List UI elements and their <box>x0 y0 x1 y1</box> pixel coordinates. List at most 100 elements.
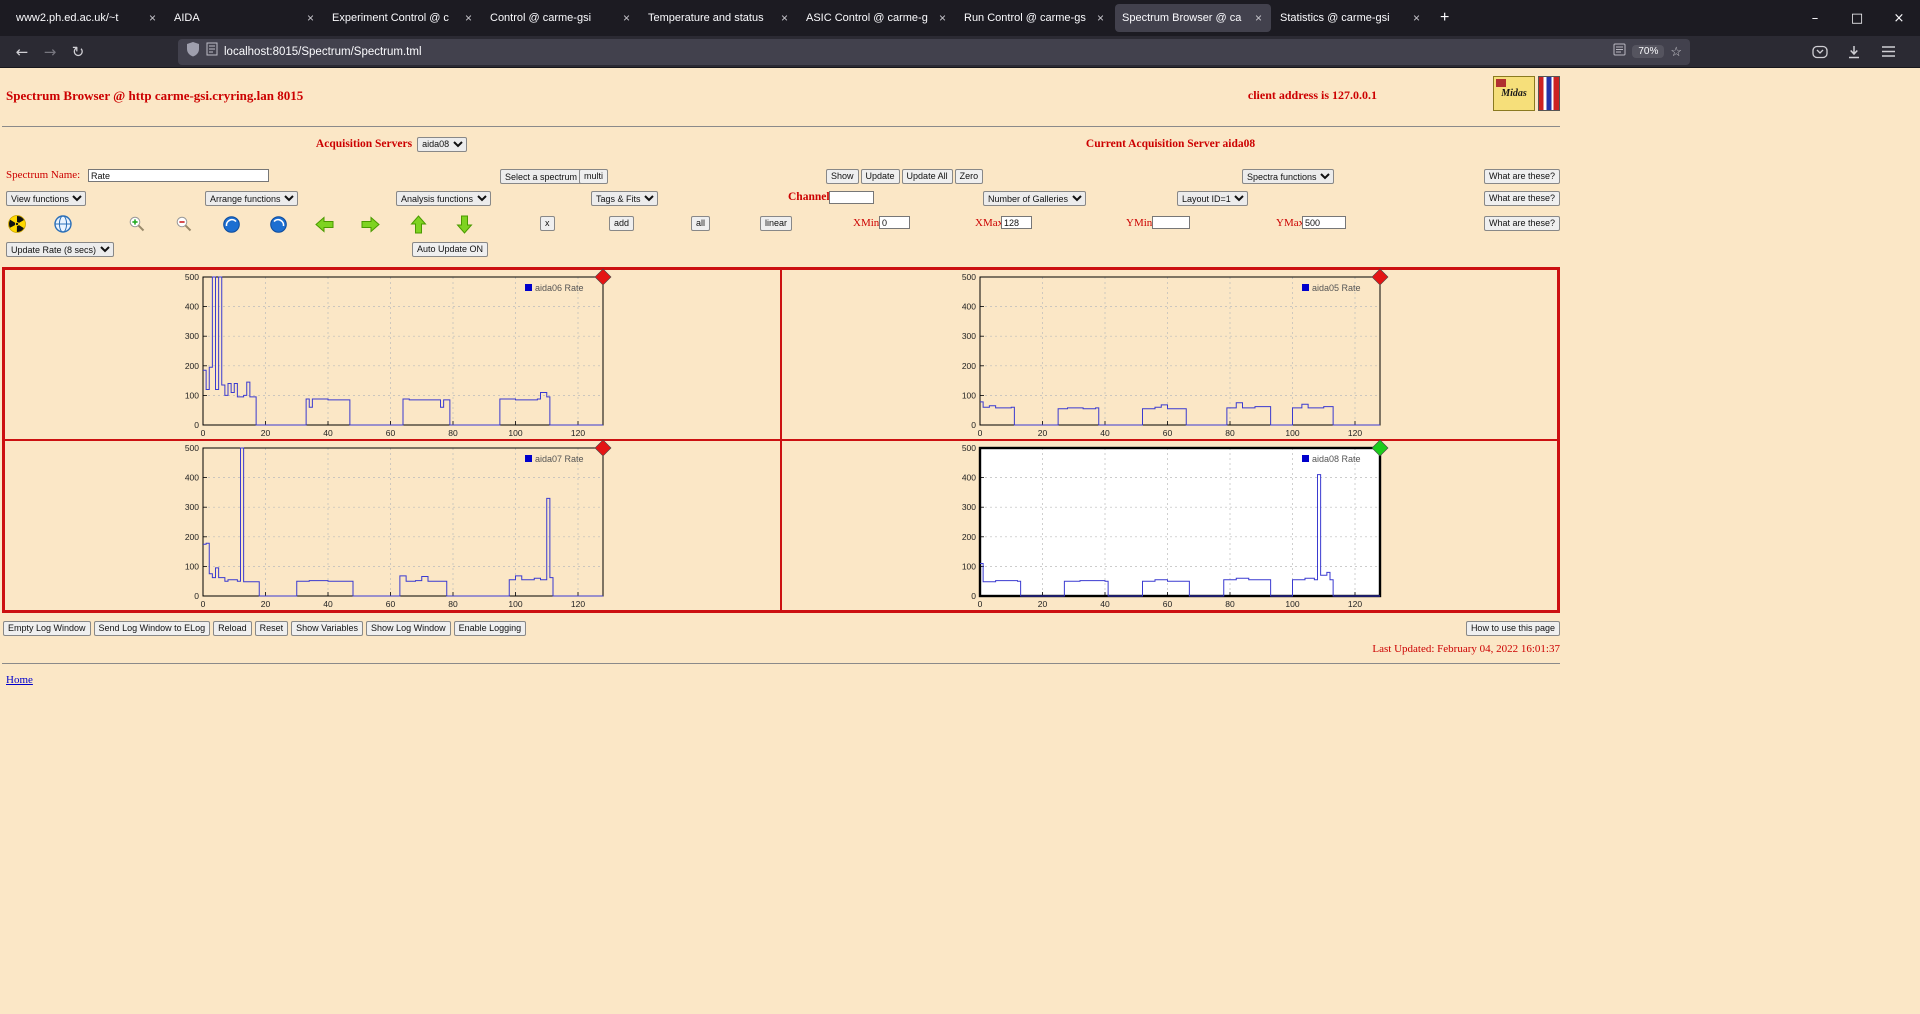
reload-icon[interactable]: ↻ <box>64 39 92 65</box>
globe-icon[interactable] <box>53 214 73 234</box>
tab-4[interactable]: Control @ carme-gsi× <box>483 4 639 32</box>
maximize-button[interactable]: □ <box>1836 0 1878 36</box>
spectrum-plot-aida06[interactable]: 0100200300400500020406080100120aida06 Ra… <box>173 271 613 441</box>
tab-close-icon[interactable]: × <box>305 11 316 25</box>
svg-text:40: 40 <box>323 599 333 609</box>
zoom-in-icon[interactable] <box>127 214 147 234</box>
tab-6[interactable]: ASIC Control @ carme-g× <box>799 4 955 32</box>
svg-text:300: 300 <box>961 331 975 341</box>
analysis-functions-select[interactable]: Analysis functions <box>396 191 491 206</box>
ymax-input[interactable] <box>1302 216 1346 229</box>
svg-text:100: 100 <box>961 390 975 400</box>
update-button[interactable]: Update <box>861 169 900 184</box>
gallery-aida05[interactable]: 0100200300400500020406080100120aida05 Ra… <box>781 269 1558 440</box>
tab-label: Statistics @ carme-gsi <box>1280 12 1407 24</box>
zero-button[interactable]: Zero <box>955 169 984 184</box>
svg-text:80: 80 <box>1225 599 1235 609</box>
forward-icon[interactable]: → <box>36 39 64 65</box>
what-are-these-button-2[interactable]: What are these? <box>1484 191 1560 206</box>
channel-input[interactable] <box>829 191 874 204</box>
tab-close-icon[interactable]: × <box>1411 11 1422 25</box>
url-bar[interactable]: localhost:8015/Spectrum/Spectrum.tml 70%… <box>178 39 1690 65</box>
blue-globe-icon-2[interactable] <box>268 214 288 234</box>
xmax-input[interactable] <box>1001 216 1032 229</box>
arrow-up-icon[interactable] <box>408 214 428 234</box>
minimize-button[interactable]: – <box>1794 0 1836 36</box>
tab-close-icon[interactable]: × <box>1095 11 1106 25</box>
multi-button[interactable]: multi <box>579 169 608 184</box>
show-log-window-button[interactable]: Show Log Window <box>366 621 451 636</box>
tab-1[interactable]: www2.ph.ed.ac.uk/~t× <box>9 4 165 32</box>
spectrum-name-label: Spectrum Name: <box>6 169 80 181</box>
empty-log-window-button[interactable]: Empty Log Window <box>3 621 91 636</box>
tab-close-icon[interactable]: × <box>937 11 948 25</box>
reload-button[interactable]: Reload <box>213 621 252 636</box>
update-rate-select[interactable]: Update Rate (8 secs) <box>6 242 114 257</box>
layout-id-select[interactable]: Layout ID=1 <box>1177 191 1248 206</box>
shield-icon[interactable] <box>186 41 200 62</box>
send-log-window-to-elog-button[interactable]: Send Log Window to ELog <box>94 621 211 636</box>
page-info-icon[interactable] <box>206 42 218 61</box>
gallery-aida08[interactable]: 0100200300400500020406080100120aida08 Ra… <box>781 440 1558 611</box>
how-to-use-button[interactable]: How to use this page <box>1466 621 1560 636</box>
tab-close-icon[interactable]: × <box>1253 11 1264 25</box>
linear-button[interactable]: linear <box>760 216 792 231</box>
tab-close-icon[interactable]: × <box>779 11 790 25</box>
zoom-out-icon[interactable] <box>174 214 194 234</box>
blue-globe-icon-1[interactable] <box>221 214 241 234</box>
radiation-icon[interactable] <box>7 214 27 234</box>
new-tab-button[interactable]: + <box>1430 9 1459 27</box>
tab-8[interactable]: Spectrum Browser @ ca× <box>1115 4 1271 32</box>
update-rate-row: Update Rate (8 secs) Auto Update ON <box>2 242 1560 256</box>
tab-3[interactable]: Experiment Control @ c× <box>325 4 481 32</box>
xmin-input[interactable] <box>879 216 910 229</box>
add-button[interactable]: add <box>609 216 634 231</box>
ymin-input[interactable] <box>1152 216 1190 229</box>
arrange-functions-select[interactable]: Arrange functions <box>205 191 298 206</box>
home-link[interactable]: Home <box>6 674 33 686</box>
back-icon[interactable]: ← <box>8 39 36 65</box>
spectrum-name-input[interactable] <box>88 169 269 182</box>
spectra-functions-select[interactable]: Spectra functions <box>1242 169 1334 184</box>
spectrum-plot-aida05[interactable]: 0100200300400500020406080100120aida05 Ra… <box>950 271 1390 441</box>
number-of-galleries-select[interactable]: Number of Galleries <box>983 191 1086 206</box>
gallery-aida07[interactable]: 0100200300400500020406080100120aida07 Ra… <box>4 440 781 611</box>
tags-fits-select[interactable]: Tags & Fits <box>591 191 658 206</box>
acquisition-server-select[interactable]: aida08 <box>417 137 467 152</box>
url-text[interactable]: localhost:8015/Spectrum/Spectrum.tml <box>224 46 422 58</box>
tab-close-icon[interactable]: × <box>621 11 632 25</box>
tab-5[interactable]: Temperature and status× <box>641 4 797 32</box>
reset-button[interactable]: Reset <box>255 621 289 636</box>
what-are-these-button-1[interactable]: What are these? <box>1484 169 1560 184</box>
menu-icon[interactable] <box>1874 39 1902 65</box>
pocket-icon[interactable] <box>1806 39 1834 65</box>
x-button[interactable]: x <box>540 216 555 231</box>
tab-9[interactable]: Statistics @ carme-gsi × <box>1273 4 1429 32</box>
downloads-icon[interactable] <box>1840 39 1868 65</box>
all-button[interactable]: all <box>691 216 710 231</box>
spectrum-plot-aida08[interactable]: 0100200300400500020406080100120aida08 Ra… <box>950 442 1390 612</box>
gallery-aida06[interactable]: 0100200300400500020406080100120aida06 Ra… <box>4 269 781 440</box>
tab-close-icon[interactable]: × <box>147 11 158 25</box>
close-window-button[interactable]: × <box>1878 0 1920 36</box>
svg-text:300: 300 <box>184 331 198 341</box>
reader-mode-icon[interactable] <box>1613 43 1626 61</box>
tab-close-icon[interactable]: × <box>463 11 474 25</box>
enable-logging-button[interactable]: Enable Logging <box>454 621 527 636</box>
svg-text:aida07 Rate: aida07 Rate <box>535 454 584 464</box>
what-are-these-button-3[interactable]: What are these? <box>1484 216 1560 231</box>
show-variables-button[interactable]: Show Variables <box>291 621 363 636</box>
zoom-level-button[interactable]: 70% <box>1632 45 1664 58</box>
view-functions-select[interactable]: View functions <box>6 191 86 206</box>
arrow-right-icon[interactable] <box>360 214 380 234</box>
bookmark-star-icon[interactable]: ☆ <box>1670 44 1682 60</box>
auto-update-button[interactable]: Auto Update ON <box>412 242 488 257</box>
update-all-button[interactable]: Update All <box>902 169 953 184</box>
svg-text:20: 20 <box>260 428 270 438</box>
arrow-down-icon[interactable] <box>454 214 474 234</box>
show-button[interactable]: Show <box>826 169 859 184</box>
tab-7[interactable]: Run Control @ carme-gs× <box>957 4 1113 32</box>
tab-2[interactable]: AIDA× <box>167 4 323 32</box>
arrow-left-icon[interactable] <box>314 214 334 234</box>
spectrum-plot-aida07[interactable]: 0100200300400500020406080100120aida07 Ra… <box>173 442 613 612</box>
